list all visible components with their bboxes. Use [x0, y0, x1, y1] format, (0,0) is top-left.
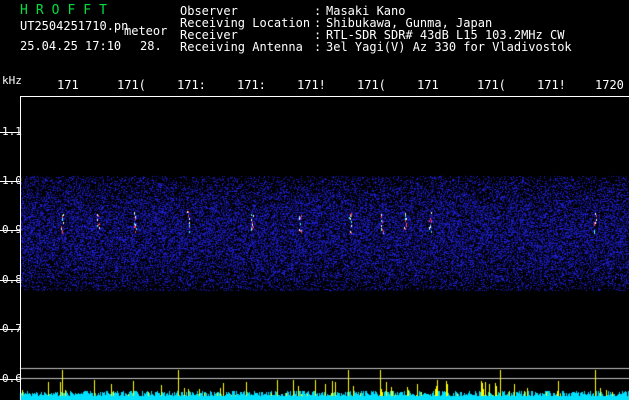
x-tick-label: 171(	[477, 78, 506, 92]
capture-datetime: 25.04.25 17:10	[20, 39, 122, 53]
y-axis-unit: kHz	[2, 74, 22, 87]
info-label-antenna: Receiving Antenna	[180, 40, 303, 54]
y-tick-label: 1.1	[2, 125, 22, 138]
x-tick-label: 171:	[237, 78, 266, 92]
x-tick-label: 171:	[177, 78, 206, 92]
x-tick-label: 171	[417, 78, 439, 92]
x-tick-label: 1720	[595, 78, 624, 92]
app-title: HROFFT	[20, 3, 115, 18]
x-tick-label: 171	[57, 78, 79, 92]
x-tick-label: 171(	[117, 78, 146, 92]
info-sep-antenna: :	[314, 40, 322, 54]
capture-extra: 28.	[140, 39, 162, 53]
x-tick-label: 171!	[537, 78, 566, 92]
x-tick-label: 171(	[357, 78, 386, 92]
plot-top-border	[20, 96, 629, 97]
x-tick-label: 171!	[297, 78, 326, 92]
y-tick-label: 0.8	[2, 273, 22, 286]
y-axis-line	[20, 96, 21, 400]
y-tick-label: 1.0	[2, 174, 22, 187]
info-value-antenna: 3el Yagi(V) Az 330 for Vladivostok	[326, 40, 572, 54]
spectrogram-plot[interactable]	[0, 96, 629, 400]
y-tick-label: 0.7	[2, 322, 22, 335]
file-suffix: meteor	[124, 24, 168, 38]
file-name: UT2504251710.pn	[20, 19, 129, 33]
y-tick-label: 0.9	[2, 223, 22, 236]
y-tick-label: 0.6	[2, 372, 22, 385]
